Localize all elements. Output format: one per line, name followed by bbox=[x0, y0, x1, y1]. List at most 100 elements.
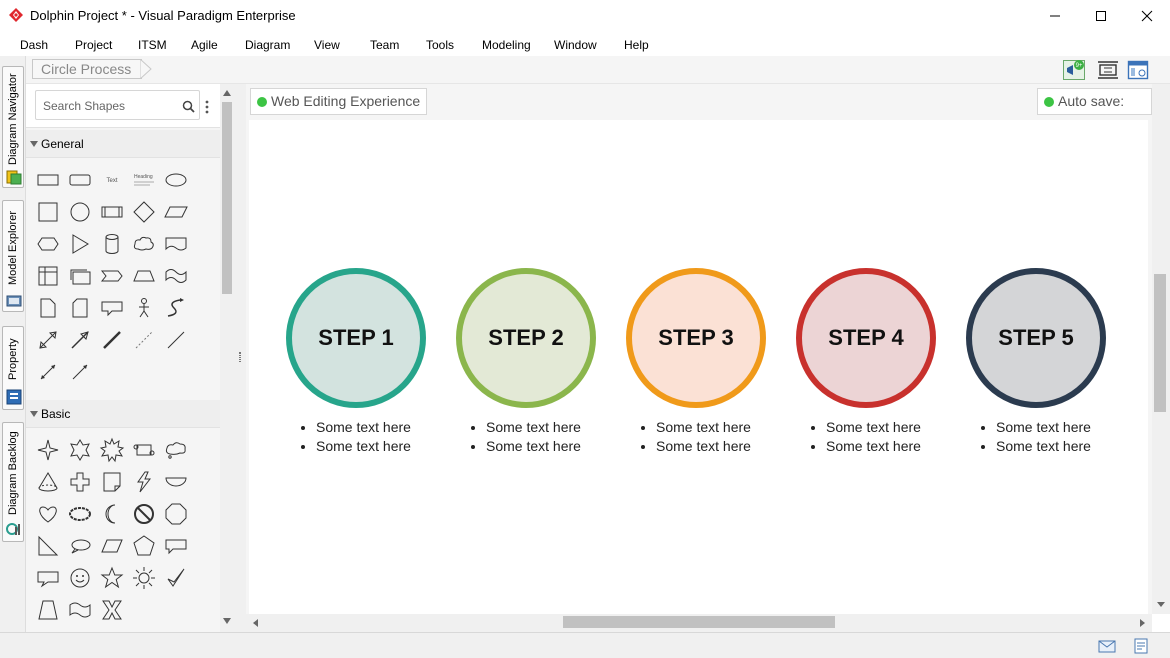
menu-team[interactable]: Team bbox=[370, 38, 399, 52]
fit-diagram-icon[interactable] bbox=[1097, 60, 1119, 80]
scroll-down-icon[interactable] bbox=[223, 618, 231, 624]
seal-shape[interactable] bbox=[64, 434, 96, 466]
vertical-scroll-thumb[interactable] bbox=[1154, 274, 1166, 412]
lightning-shape[interactable] bbox=[128, 466, 160, 498]
close-button[interactable] bbox=[1124, 0, 1170, 32]
mail-icon[interactable] bbox=[1098, 638, 1116, 654]
actor-shape[interactable] bbox=[128, 292, 160, 324]
tab-property[interactable]: Property bbox=[2, 326, 24, 410]
scroll-up-icon[interactable] bbox=[223, 90, 231, 96]
card-shape[interactable] bbox=[64, 292, 96, 324]
curve-connector-shape[interactable] bbox=[160, 292, 192, 324]
rounded-rectangle-shape[interactable] bbox=[64, 164, 96, 196]
line-shape[interactable] bbox=[160, 324, 192, 356]
text-shape[interactable]: Text bbox=[96, 164, 128, 196]
double-arrow-line-shape[interactable] bbox=[32, 356, 64, 388]
step-circle-2[interactable]: STEP 2 bbox=[456, 268, 596, 408]
tab-diagram-navigator[interactable]: Diagram Navigator bbox=[2, 66, 24, 188]
cone-shape[interactable] bbox=[32, 466, 64, 498]
notes-icon[interactable] bbox=[1132, 638, 1150, 654]
star-shape[interactable] bbox=[96, 562, 128, 594]
scroll-down-icon[interactable] bbox=[1157, 600, 1165, 608]
palette-section-general[interactable]: General bbox=[26, 130, 220, 158]
heading-shape[interactable]: Heading bbox=[128, 164, 160, 196]
auto-save-toggle[interactable]: Auto save: On bbox=[1037, 88, 1152, 134]
trapezoid-shape[interactable] bbox=[128, 260, 160, 292]
notification-icon[interactable]: 9+ bbox=[1063, 60, 1085, 80]
oval-callout-shape[interactable] bbox=[64, 530, 96, 562]
thick-line-shape[interactable] bbox=[96, 324, 128, 356]
cloud-shape[interactable] bbox=[128, 228, 160, 260]
menu-dash[interactable]: Dash bbox=[20, 38, 48, 52]
step-circle-3[interactable]: STEP 3 bbox=[626, 268, 766, 408]
rect-callout-shape[interactable] bbox=[160, 530, 192, 562]
canvas-vertical-scrollbar[interactable] bbox=[1152, 84, 1170, 614]
menu-agile[interactable]: Agile bbox=[191, 38, 218, 52]
octagon-shape[interactable] bbox=[160, 498, 192, 530]
palette-section-basic[interactable]: Basic bbox=[26, 400, 220, 428]
step-bullets-3[interactable]: Some text here Some text here bbox=[640, 418, 751, 456]
tab-model-explorer[interactable]: Model Explorer bbox=[2, 200, 24, 312]
menu-itsm[interactable]: ITSM bbox=[138, 38, 167, 52]
half-circle-shape[interactable] bbox=[160, 466, 192, 498]
sun-shape[interactable] bbox=[128, 562, 160, 594]
tab-diagram-backlog[interactable]: Diagram Backlog bbox=[2, 422, 24, 542]
scroll-left-icon[interactable] bbox=[252, 619, 260, 627]
web-editing-experience-button[interactable]: Web Editing Experience bbox=[250, 88, 428, 115]
step-circle-4[interactable]: STEP 4 bbox=[796, 268, 936, 408]
hexagon-shape[interactable] bbox=[32, 228, 64, 260]
menu-view[interactable]: View bbox=[314, 38, 340, 52]
horizontal-scroll-thumb[interactable] bbox=[563, 616, 835, 628]
x-shape[interactable] bbox=[96, 594, 128, 626]
stacked-cards-shape[interactable] bbox=[64, 260, 96, 292]
diagram-overview-icon[interactable] bbox=[1127, 60, 1149, 80]
search-shapes-input[interactable]: Search Shapes bbox=[35, 90, 200, 120]
palette-scroll-thumb[interactable] bbox=[222, 102, 232, 294]
palette-menu-icon[interactable] bbox=[205, 100, 209, 114]
menu-help[interactable]: Help bbox=[624, 38, 649, 52]
breadcrumb[interactable]: Circle Process bbox=[32, 59, 143, 79]
note-shape[interactable] bbox=[32, 292, 64, 324]
menu-project[interactable]: Project bbox=[75, 38, 112, 52]
dashed-cloud-shape[interactable] bbox=[64, 498, 96, 530]
four-point-star-shape[interactable] bbox=[32, 434, 64, 466]
scroll-shape[interactable] bbox=[128, 434, 160, 466]
chevron-shape[interactable] bbox=[96, 260, 128, 292]
speech-callout-shape[interactable] bbox=[32, 562, 64, 594]
menu-modeling[interactable]: Modeling bbox=[482, 38, 531, 52]
step-bullets-1[interactable]: Some text here Some text here bbox=[300, 418, 411, 456]
heart-shape[interactable] bbox=[32, 498, 64, 530]
cylinder-shape[interactable] bbox=[96, 228, 128, 260]
right-triangle-shape[interactable] bbox=[32, 530, 64, 562]
smiley-shape[interactable] bbox=[64, 562, 96, 594]
step-circle-1[interactable]: STEP 1 bbox=[286, 268, 426, 408]
no-symbol-shape[interactable] bbox=[128, 498, 160, 530]
process-shape[interactable] bbox=[96, 196, 128, 228]
trapezoid-tall-shape[interactable] bbox=[32, 594, 64, 626]
burst-shape[interactable] bbox=[96, 434, 128, 466]
search-icon[interactable] bbox=[182, 100, 195, 113]
triangle-shape[interactable] bbox=[64, 228, 96, 260]
step-circle-5[interactable]: STEP 5 bbox=[966, 268, 1106, 408]
flag-wave-shape[interactable] bbox=[64, 594, 96, 626]
moon-shape[interactable] bbox=[96, 498, 128, 530]
diamond-shape[interactable] bbox=[128, 196, 160, 228]
parallelogram-shape[interactable] bbox=[160, 196, 192, 228]
minimize-button[interactable] bbox=[1032, 0, 1078, 32]
rectangle-shape[interactable] bbox=[32, 164, 64, 196]
step-bullets-2[interactable]: Some text here Some text here bbox=[470, 418, 581, 456]
diagram-canvas[interactable]: STEP 1 Some text here Some text here STE… bbox=[249, 120, 1148, 614]
square-shape[interactable] bbox=[32, 196, 64, 228]
arrow-shape[interactable] bbox=[64, 324, 96, 356]
callout-shape[interactable] bbox=[96, 292, 128, 324]
maximize-button[interactable] bbox=[1078, 0, 1124, 32]
menu-window[interactable]: Window bbox=[554, 38, 597, 52]
folded-corner-shape[interactable] bbox=[96, 466, 128, 498]
ellipse-shape[interactable] bbox=[160, 164, 192, 196]
arrow-line-shape[interactable] bbox=[64, 356, 96, 388]
slanted-rectangle-shape[interactable] bbox=[96, 530, 128, 562]
circle-shape[interactable] bbox=[64, 196, 96, 228]
scroll-right-icon[interactable] bbox=[1138, 619, 1146, 627]
wave-shape[interactable] bbox=[160, 260, 192, 292]
cross-shape[interactable] bbox=[64, 466, 96, 498]
